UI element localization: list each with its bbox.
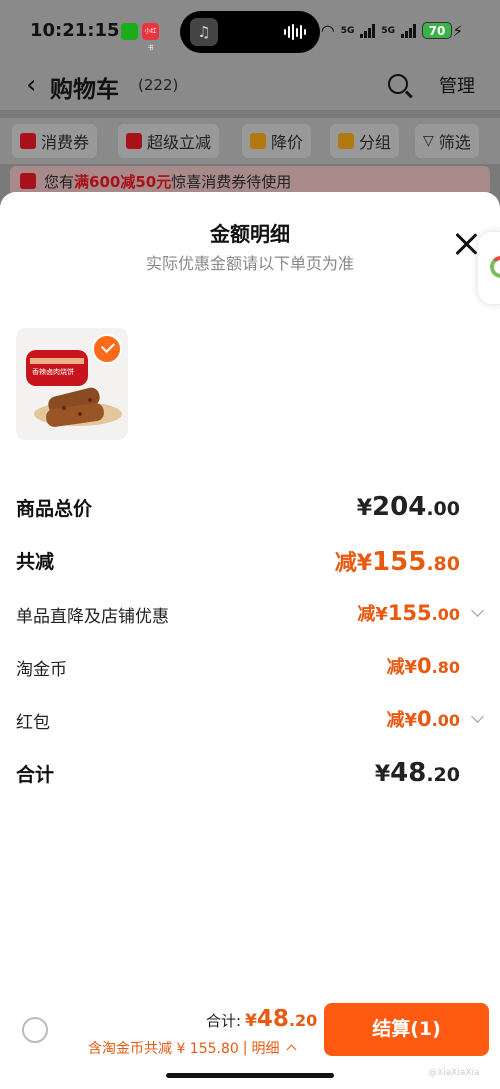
row-label: 单品直降及店铺优惠 (16, 607, 169, 627)
network-label-2: 5G (381, 25, 395, 36)
assistant-icon (490, 256, 500, 278)
dynamic-island[interactable]: ♫ (180, 11, 320, 53)
sheet-subtitle: 实际优惠金额请以下单页为准 (145, 254, 354, 273)
row-label: 淘金币 (16, 660, 67, 680)
row-value: 减¥ 0.80 (386, 654, 461, 678)
chip-label: 分组 (359, 133, 392, 152)
chip-label: 降价 (271, 133, 304, 152)
checkout-footer: 合计: ¥48.20 含淘金币共减 ¥ 155.80 | 明细 结算(1) @X… (0, 1000, 500, 1089)
back-arrow-icon[interactable]: ‹ (26, 70, 36, 100)
signal-icon-2 (401, 23, 416, 38)
cart-header: ‹ 购物车 (222) 管理 (0, 62, 500, 110)
down-arrow-icon (126, 133, 142, 149)
status-bar: 10:21:15 小红书 ♫ ︎◠ 5G 5G 70 ⚡ (0, 0, 500, 62)
coupon-icon (20, 133, 36, 149)
xiaohongshu-icon: 小红书 (142, 23, 159, 52)
row-value: ¥204.00 (356, 492, 460, 522)
row-goods-total: 商品总价 ¥204.00 (16, 492, 484, 526)
row-label: 共减 (16, 551, 55, 573)
row-value: 减¥ 155.80 (334, 547, 460, 577)
home-indicator[interactable] (166, 1073, 334, 1078)
row-taojinbi: 淘金币 减¥ 0.80 (16, 653, 484, 687)
product-package-label: 香辣卤肉烧饼 (32, 367, 74, 376)
battery-indicator: 70 (422, 22, 452, 39)
wechat-icon (121, 23, 138, 40)
row-value: 减¥ 155.00 (357, 601, 460, 625)
chip-label: 筛选 (438, 133, 471, 152)
chevron-down-icon[interactable] (471, 710, 484, 723)
row-label: 红包 (16, 713, 50, 733)
folder-icon (338, 133, 354, 149)
chip-filter[interactable]: ▽ 筛选 (415, 124, 479, 158)
row-value: 减¥ 0.00 (386, 707, 461, 731)
banner-prefix: 您有 (44, 173, 75, 191)
floating-assistant-button[interactable] (478, 232, 500, 304)
total-value: ¥48.20 (245, 1006, 318, 1032)
wifi-icon: ︎◠ (320, 21, 335, 40)
network-label-1: 5G (340, 25, 355, 36)
banner-highlight: 满600减50元 (74, 173, 172, 191)
row-label: 商品总价 (16, 498, 93, 520)
search-icon[interactable] (388, 74, 408, 94)
separator: | (242, 1040, 248, 1056)
detail-link[interactable]: 明细 (252, 1038, 280, 1058)
banner-suffix: 惊喜消费券待使用 (171, 173, 292, 191)
chip-super-discount[interactable]: 超级立减 (118, 124, 220, 158)
music-note-icon: ♫ (190, 18, 218, 46)
charging-bolt-icon: ⚡ (452, 22, 463, 40)
saving-text: 含淘金币共减 ¥ 155.80 (88, 1041, 239, 1057)
total-label: 合计: (206, 1012, 242, 1030)
row-store-discount[interactable]: 单品直降及店铺优惠 减¥ 155.00 (16, 600, 484, 634)
row-red-packet[interactable]: 红包 减¥ 0.00 (16, 706, 484, 740)
footer-total: 合计: ¥48.20 (206, 1006, 317, 1032)
row-total-discount: 共减 减¥ 155.80 (16, 545, 484, 579)
row-value: ¥48.20 (374, 758, 460, 788)
coupon-icon (20, 173, 36, 189)
manage-button[interactable]: 管理 (439, 72, 475, 98)
checkout-button[interactable]: 结算(1) (324, 1003, 489, 1056)
row-label: 合计 (16, 764, 55, 786)
chevron-down-icon[interactable] (471, 604, 484, 617)
close-icon[interactable] (452, 230, 480, 258)
row-grand-total: 合计 ¥48.20 (16, 758, 484, 792)
chip-price-drop[interactable]: 降价 (242, 124, 312, 158)
chip-coupon[interactable]: 消费券 (12, 124, 98, 158)
price-drop-icon (250, 133, 266, 149)
filter-icon: ▽ (423, 133, 434, 149)
filter-chip-bar: 消费券 超级立减 降价 分组 ▽ 筛选 (0, 118, 500, 164)
chip-group[interactable]: 分组 (330, 124, 400, 158)
signal-icon (360, 23, 376, 38)
select-all-radio[interactable] (22, 1017, 48, 1043)
chevron-up-icon[interactable] (286, 1044, 296, 1055)
check-icon[interactable] (92, 334, 122, 364)
watermark: @XiaXiaXia (428, 1068, 480, 1078)
price-detail-sheet: 金额明细 实际优惠金额请以下单页为准 香辣卤肉烧饼 商品总价 ¥204.00 共… (0, 192, 500, 1089)
audio-wave-icon (284, 24, 306, 40)
cart-count: (222) (138, 76, 179, 94)
chip-label: 消费券 (41, 133, 90, 152)
status-time: 10:21:15 (30, 20, 120, 41)
chip-label: 超级立减 (147, 133, 212, 152)
page-title: 购物车 (50, 77, 119, 103)
sheet-title: 金额明细 (210, 222, 290, 246)
saving-summary[interactable]: 含淘金币共减 ¥ 155.80 | 明细 (88, 1038, 296, 1058)
